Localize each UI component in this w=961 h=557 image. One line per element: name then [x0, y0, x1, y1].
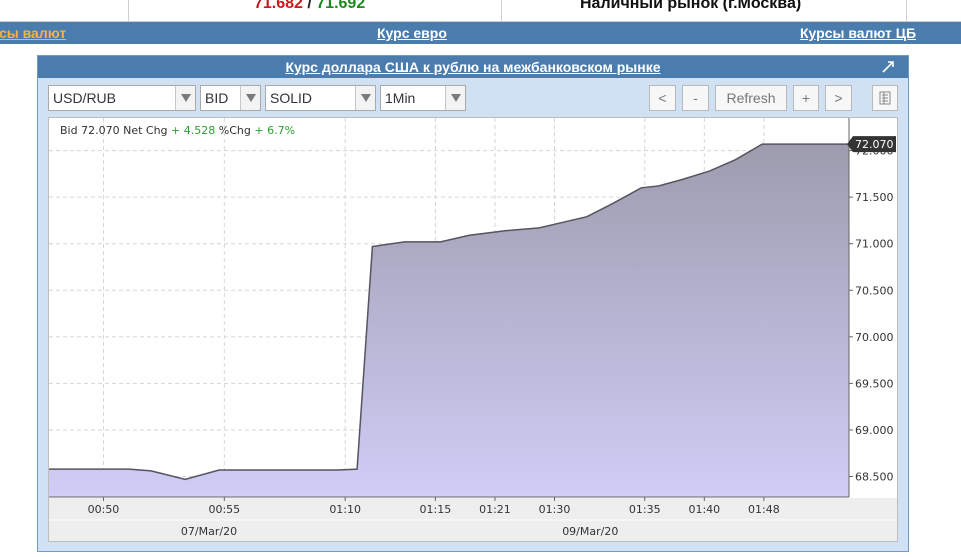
bid-label: Bid — [60, 124, 78, 137]
table-view-button[interactable] — [872, 85, 898, 111]
symbol-value: USD/RUB — [53, 90, 117, 106]
chevron-down-icon — [445, 86, 465, 110]
chevron-down-icon — [175, 86, 195, 110]
widget-title[interactable]: Курс доллара США к рублю на межбанковско… — [38, 59, 908, 75]
x-tick-label: 01:10 — [329, 503, 361, 516]
field-value: BID — [205, 90, 229, 106]
net-chg-label: Net Chg — [123, 124, 167, 137]
top-rates-table: 71.682 / 71.692 Наличный рынок (г.Москва… — [0, 0, 961, 22]
interval-select[interactable]: 1Min — [380, 85, 466, 111]
cash-market-label: Наличный рынок (г.Москва) — [580, 0, 802, 12]
nav-link-euro-rate[interactable]: Курс евро — [377, 25, 447, 41]
chevron-down-icon — [240, 86, 260, 110]
y-tick-label: 69.500 — [855, 377, 894, 390]
y-tick-label: 71.500 — [855, 191, 894, 204]
table-divider — [128, 0, 129, 22]
y-tick-label: 68.500 — [855, 471, 894, 484]
bid-value: 72.070 — [81, 124, 120, 137]
y-tick-label: 69.000 — [855, 424, 894, 437]
y-tick-label: 71.000 — [855, 238, 894, 251]
usd-rate-pair: 71.682 / 71.692 — [254, 0, 365, 13]
price-chart[interactable]: 68.500 69.000 69.500 70.000 70.500 71.000 71.5… — [49, 118, 897, 541]
field-select[interactable]: BID — [200, 85, 261, 111]
style-value: SOLID — [270, 90, 313, 106]
last-value-marker: 72.070 — [847, 136, 896, 153]
net-chg-value: + 4.528 — [171, 124, 215, 137]
x-tick-label: 01:40 — [688, 503, 720, 516]
expand-icon[interactable] — [882, 61, 894, 73]
zoom-out-button[interactable]: - — [682, 85, 709, 111]
y-tick-label: 70.000 — [855, 331, 894, 344]
next-button[interactable]: > — [825, 85, 852, 111]
y-tick-label: 70.500 — [855, 284, 894, 297]
x-tick-label: 01:35 — [629, 503, 661, 516]
chart-widget: Курс доллара США к рублю на межбанковско… — [37, 55, 909, 552]
x-date-label: 09/Mar/20 — [562, 525, 618, 538]
table-icon — [879, 91, 891, 105]
chevron-down-icon — [355, 86, 375, 110]
symbol-select[interactable]: USD/RUB — [48, 85, 196, 111]
usd-rate-bid: 71.682 — [254, 0, 303, 12]
chart-info-line: Bid 72.070 Net Chg + 4.528 %Chg + 6.7% — [60, 124, 295, 137]
pct-chg-label: %Chg — [219, 124, 251, 137]
x-tick-label: 01:15 — [420, 503, 452, 516]
pct-chg-value: + 6.7% — [254, 124, 295, 137]
x-tick-label: 01:48 — [748, 503, 780, 516]
table-divider — [906, 0, 907, 22]
nav-bar: сы валют Курс евро Курсы валют ЦБ — [0, 22, 961, 44]
interval-value: 1Min — [385, 90, 416, 106]
x-date-label: 07/Mar/20 — [181, 525, 237, 538]
x-tick-label: 01:30 — [539, 503, 571, 516]
x-tick-label: 01:21 — [479, 503, 511, 516]
rate-separator: / — [302, 0, 317, 12]
last-value-label: 72.070 — [855, 138, 894, 151]
refresh-button[interactable]: Refresh — [715, 85, 787, 111]
widget-titlebar: Курс доллара США к рублю на межбанковско… — [38, 56, 908, 78]
nav-link-cb-rates[interactable]: Курсы валют ЦБ — [800, 25, 916, 41]
chart-area: 68.500 69.000 69.500 70.000 70.500 71.000 71.5… — [48, 117, 898, 542]
zoom-in-button[interactable]: + — [793, 85, 819, 111]
usd-rate-ask: 71.692 — [316, 0, 366, 12]
style-select[interactable]: SOLID — [265, 85, 376, 111]
x-tick-label: 00:55 — [208, 503, 240, 516]
nav-link-currency-rates[interactable]: сы валют — [0, 25, 66, 41]
table-divider — [501, 0, 502, 22]
prev-button[interactable]: < — [649, 85, 676, 111]
x-tick-label: 00:50 — [88, 503, 120, 516]
